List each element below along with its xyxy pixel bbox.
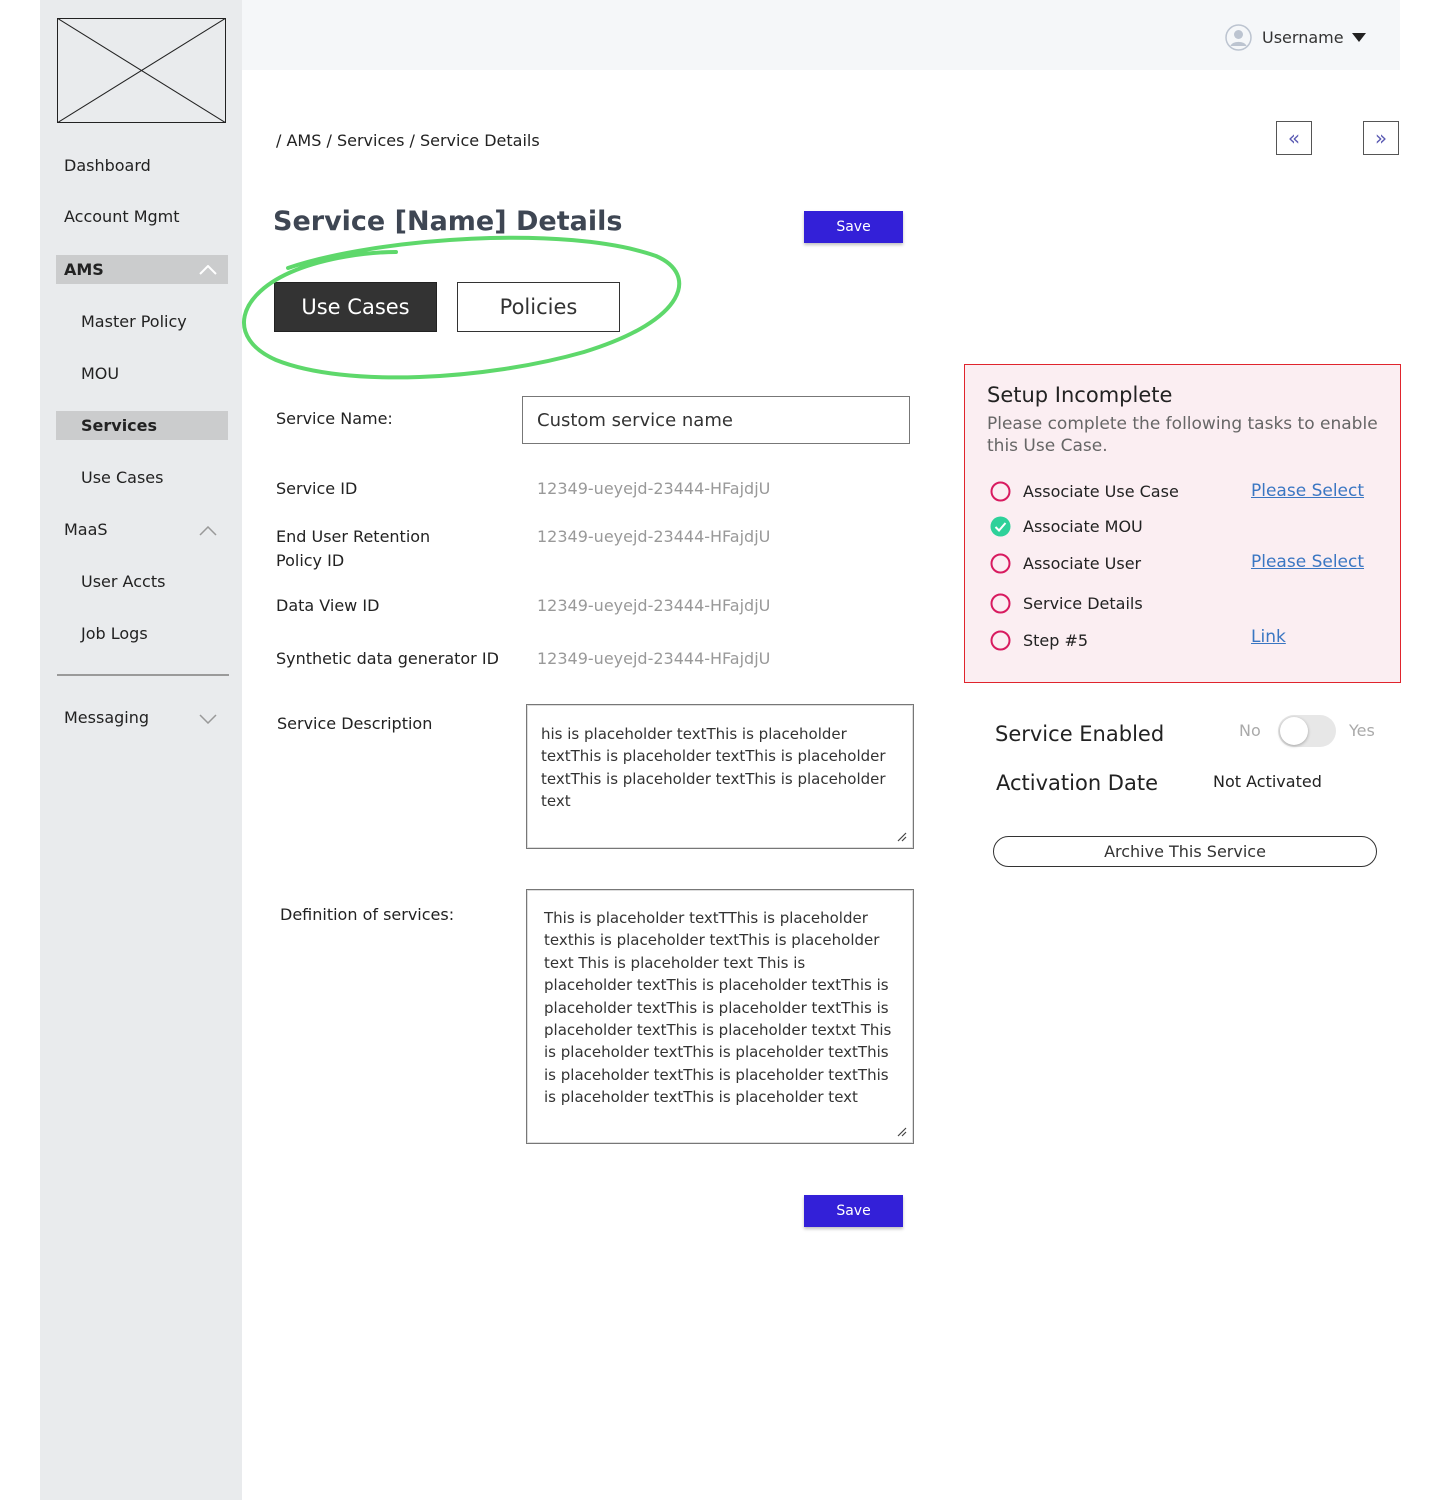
tab-policies[interactable]: Policies [457,282,620,332]
sidebar-item-master-policy[interactable]: Master Policy [81,312,187,331]
step-associate-use-case: Associate Use Case [1023,482,1179,501]
double-chevron-left-icon: « [1287,126,1301,150]
page-title: Service [Name] Details [273,206,623,237]
toggle-knob [1280,717,1308,745]
sidebar-item-account-mgmt[interactable]: Account Mgmt [64,207,180,226]
logo-placeholder [57,18,226,123]
step-5-link[interactable]: Link [1251,627,1286,647]
definition-of-services-label: Definition of services: [280,905,455,924]
resize-handle-icon[interactable] [897,832,907,842]
sidebar-item-services[interactable]: Services [81,416,157,435]
save-button-top[interactable]: Save [804,211,903,243]
incomplete-circle-icon [990,593,1011,614]
service-name-input[interactable] [522,396,910,444]
setup-title: Setup Incomplete [987,383,1173,407]
caret-down-icon[interactable] [1352,33,1366,42]
activation-date-label: Activation Date [996,771,1159,795]
synthetic-generator-value: 12349-ueyejd-23444-HFajdjU [537,649,771,668]
next-button[interactable]: » [1363,121,1399,155]
service-id-value: 12349-ueyejd-23444-HFajdjU [537,479,771,498]
toggle-no-label: No [1239,721,1261,740]
archive-service-button[interactable]: Archive This Service [993,836,1377,867]
sidebar-divider [57,674,229,676]
sidebar-item-job-logs[interactable]: Job Logs [81,624,148,643]
associate-use-case-link[interactable]: Please Select [1251,481,1364,501]
data-view-label: Data View ID [276,596,380,615]
sidebar-item-maas[interactable]: MaaS [64,520,108,539]
chevron-up-icon[interactable] [199,265,217,275]
incomplete-circle-icon [990,553,1011,574]
sidebar-item-mou[interactable]: MOU [81,364,119,383]
service-name-label: Service Name: [276,409,393,428]
retention-policy-value: 12349-ueyejd-23444-HFajdjU [537,527,771,546]
breadcrumb[interactable]: / AMS / Services / Service Details [276,131,540,150]
toggle-yes-label: Yes [1349,721,1375,740]
setup-description: Please complete the following tasks to e… [987,414,1378,456]
previous-button[interactable]: « [1276,121,1312,155]
activation-date-value: Not Activated [1213,772,1322,791]
resize-handle-icon[interactable] [897,1127,907,1137]
service-description-label: Service Description [277,714,433,733]
sidebar-item-dashboard[interactable]: Dashboard [64,156,151,175]
sidebar-item-ams[interactable]: AMS [64,260,104,279]
check-circle-icon [990,516,1011,537]
step-service-details: Service Details [1023,594,1143,613]
data-view-value: 12349-ueyejd-23444-HFajdjU [537,596,771,615]
username[interactable]: Username [1262,28,1344,47]
save-button-bottom[interactable]: Save [804,1195,903,1227]
associate-user-link[interactable]: Please Select [1251,552,1364,572]
incomplete-circle-icon [990,481,1011,502]
step-associate-user: Associate User [1023,554,1142,573]
step-associate-mou: Associate MOU [1023,517,1143,536]
definition-of-services-textarea[interactable]: This is placeholder textTThis is placeho… [526,889,914,1144]
sidebar-item-use-cases[interactable]: Use Cases [81,468,163,487]
service-enabled-label: Service Enabled [995,722,1165,746]
incomplete-circle-icon [990,630,1011,651]
service-id-label: Service ID [276,479,358,498]
step-5: Step #5 [1023,631,1089,650]
synthetic-generator-label: Synthetic data generator ID [276,649,499,668]
service-enabled-toggle[interactable] [1278,715,1336,747]
sidebar-item-messaging[interactable]: Messaging [64,708,149,727]
sidebar-item-user-accts[interactable]: User Accts [81,572,165,591]
service-description-textarea[interactable]: his is placeholder textThis is placehold… [526,704,914,849]
tab-use-cases[interactable]: Use Cases [274,282,437,332]
double-chevron-right-icon: » [1374,126,1388,150]
user-avatar-icon[interactable] [1225,24,1252,51]
chevron-up-icon[interactable] [199,526,217,536]
retention-policy-label: End User Retention Policy ID [276,527,431,570]
chevron-down-icon[interactable] [199,714,217,724]
